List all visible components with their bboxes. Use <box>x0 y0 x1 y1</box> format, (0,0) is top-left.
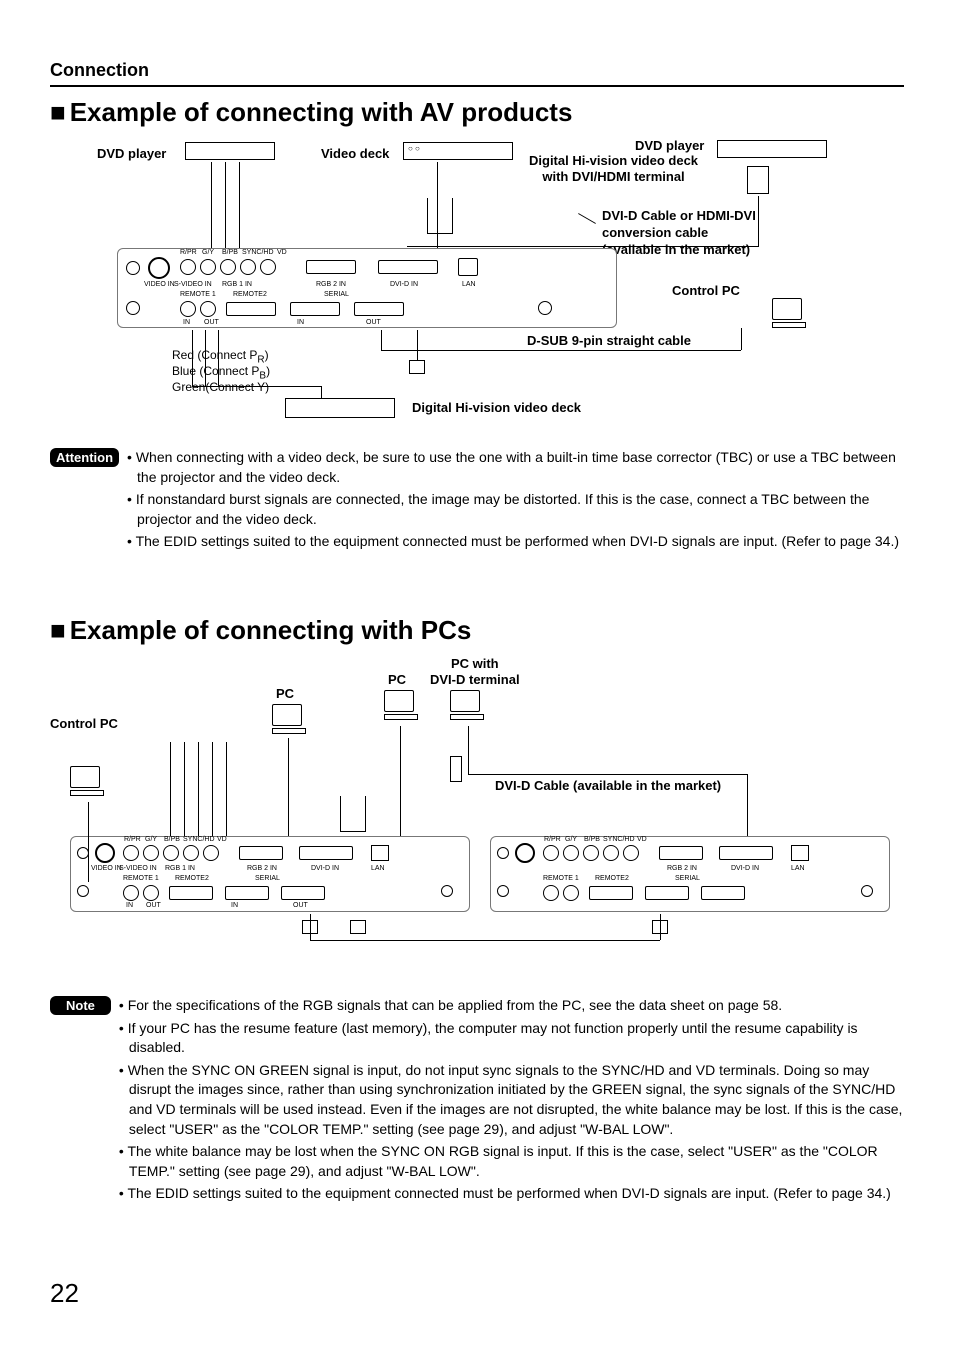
port-in1: IN <box>183 319 190 326</box>
leader-line <box>578 213 596 224</box>
label-pc-dvid: PC with DVI-D terminal <box>430 656 520 687</box>
pc-icon-1 <box>272 704 306 734</box>
square-bullet-icon: ■ <box>50 97 66 128</box>
label-green: Green(Connect Y) <box>172 380 269 394</box>
diagram-av-products: DVD player Video deck ○ ○ DVD player Dig… <box>77 138 877 438</box>
s2-bullet-2: • When the SYNC ON GREEN signal is input… <box>119 1061 904 1139</box>
port-lan: LAN <box>462 281 476 288</box>
pc-icon <box>772 298 806 328</box>
projector-panel-b: R/PR G/Y B/PB SYNC/HD VD RGB 2 IN DVI-D … <box>490 836 890 912</box>
pc-icon-control <box>70 766 104 796</box>
label-dvid-cable-2: DVI-D Cable (available in the market) <box>495 778 721 793</box>
s2-bullet-0: • For the specifications of the RGB sign… <box>119 996 904 1016</box>
port-synchd: SYNC/HD <box>242 249 274 256</box>
note-block: Note • For the specifications of the RGB… <box>50 996 904 1207</box>
port-dvid: DVI-D IN <box>390 281 418 288</box>
label-hivision-dvi: Digital Hi-vision video deck with DVI/HD… <box>529 153 698 184</box>
attention-badge: Attention <box>50 448 119 467</box>
attention-block: Attention • When connecting with a video… <box>50 448 904 555</box>
rule <box>50 85 904 87</box>
s1-bullet-2: • The EDID settings suited to the equipm… <box>127 532 904 552</box>
label-digital-hivision: Digital Hi-vision video deck <box>412 400 581 415</box>
square-bullet-icon-2: ■ <box>50 615 66 646</box>
dvd-player-box <box>185 142 275 160</box>
port-in2: IN <box>297 319 304 326</box>
label-red: Red (Connect PR) <box>172 348 269 365</box>
port-serial: SERIAL <box>324 291 349 298</box>
section-1-title: ■ Example of connecting with AV products <box>50 97 904 128</box>
label-control-pc: Control PC <box>672 283 740 298</box>
label-pc2: PC <box>388 672 406 687</box>
s2-bullet-4: • The EDID settings suited to the equipm… <box>119 1184 904 1204</box>
s2-bullet-1: • If your PC has the resume feature (las… <box>119 1019 904 1058</box>
projector-panel: R/PR G/Y B/PB SYNC/HD VD VIDEO IN S-VIDE… <box>117 248 617 328</box>
pc-icon-2 <box>384 690 418 720</box>
projector-panel-a: R/PR G/Y B/PB SYNC/HD VD VIDEO IN S-VIDE… <box>70 836 470 912</box>
port-remote1: REMOTE 1 <box>180 291 216 298</box>
port-rgb2: RGB 2 IN <box>316 281 346 288</box>
port-vd: VD <box>277 249 287 256</box>
port-out2: OUT <box>366 319 381 326</box>
section-2-text: Example of connecting with PCs <box>70 615 472 646</box>
label-dvid-cable: DVI-D Cable or HDMI-DVI conversion cable… <box>602 208 756 259</box>
page-number: 22 <box>50 1278 79 1309</box>
dvi-hdmi-deck-box <box>717 140 827 158</box>
label-control-pc-2: Control PC <box>50 716 118 731</box>
port-gy: G/Y <box>202 249 214 256</box>
s1-bullet-1: • If nonstandard burst signals are conne… <box>127 490 904 529</box>
port-remote2: REMOTE2 <box>233 291 267 298</box>
video-deck-box: ○ ○ <box>403 142 513 160</box>
label-dvd-player-2: DVD player <box>635 138 704 153</box>
diagram-pcs: Control PC PC PC PC with DVI-D terminal … <box>50 656 910 976</box>
port-rgb1: RGB 1 IN <box>222 281 252 288</box>
section-2-title: ■ Example of connecting with PCs <box>50 615 904 646</box>
label-dsub9: D-SUB 9-pin straight cable <box>527 333 691 348</box>
label-video-deck: Video deck <box>321 146 389 161</box>
label-dvd-player: DVD player <box>97 146 166 161</box>
port-video: VIDEO IN <box>144 281 175 288</box>
s2-bullet-3: • The white balance may be lost when the… <box>119 1142 904 1181</box>
pc-icon-dvid <box>450 690 484 720</box>
port-bpb: B/PB <box>222 249 238 256</box>
s1-bullet-0: • When connecting with a video deck, be … <box>127 448 904 487</box>
breadcrumb: Connection <box>50 60 904 81</box>
digital-hivision-deck-box <box>285 398 395 418</box>
port-rpr: R/PR <box>180 249 197 256</box>
dvi-plug-icon <box>747 166 769 194</box>
port-svideo: S-VIDEO IN <box>174 281 212 288</box>
note-badge: Note <box>50 996 111 1015</box>
label-blue: Blue (Connect PB) <box>172 364 270 381</box>
section-1-text: Example of connecting with AV products <box>70 97 573 128</box>
label-pc1: PC <box>276 686 294 701</box>
port-out1: OUT <box>204 319 219 326</box>
